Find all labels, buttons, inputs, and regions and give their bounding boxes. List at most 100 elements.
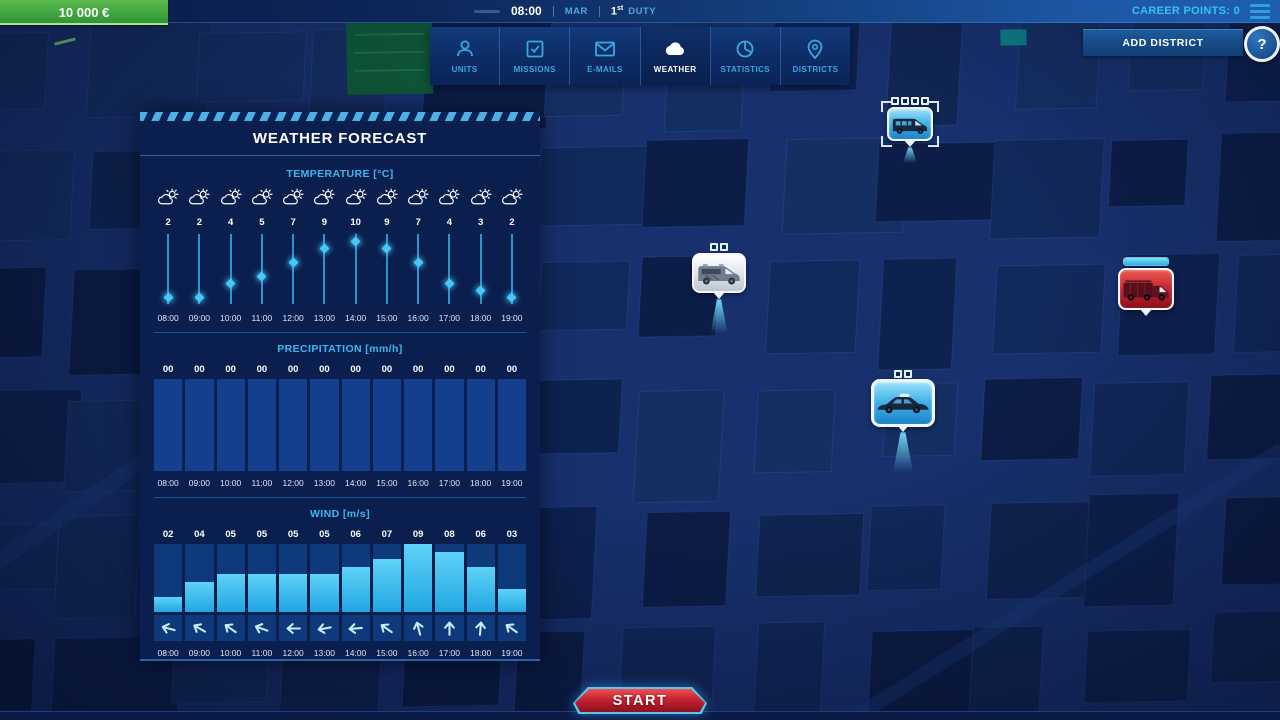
main-tab-bar: UNITS MISSIONS E-MAILS WEATHER <box>430 27 850 85</box>
weather-condition-icons <box>154 186 526 208</box>
temperature-dot <box>507 293 517 303</box>
time-label: 19:00 <box>498 312 526 324</box>
add-district-button[interactable]: ADD DISTRICT <box>1083 29 1243 56</box>
map-marker-ambulance[interactable] <box>692 253 746 293</box>
time-label: 16:00 <box>404 477 432 489</box>
precipitation-column <box>185 379 213 471</box>
help-button[interactable]: ? <box>1244 26 1280 62</box>
temperature-value: 7 <box>279 216 307 228</box>
tab-weather[interactable]: WEATHER <box>641 27 711 85</box>
tab-emails[interactable]: E-MAILS <box>570 27 640 85</box>
temperature-value: 4 <box>435 216 463 228</box>
map-pin-icon <box>803 38 827 60</box>
temperature-value: 2 <box>154 216 182 228</box>
sun-behind-cloud-icon <box>373 186 401 208</box>
wind-value: 05 <box>310 528 338 540</box>
time-label: 16:00 <box>404 647 432 659</box>
precipitation-value: 00 <box>154 363 182 375</box>
tab-label: UNITS <box>452 65 478 74</box>
wind-direction-arrow <box>310 615 338 641</box>
selection-bracket-icon <box>881 136 892 147</box>
wind-bar-column <box>373 544 401 612</box>
temperature-dot <box>288 258 298 268</box>
tab-missions[interactable]: MISSIONS <box>500 27 570 85</box>
temperature-values: 2245791097432 <box>154 216 526 228</box>
precipitation-column <box>435 379 463 471</box>
time-label: 19:00 <box>498 477 526 489</box>
start-button[interactable]: START <box>573 687 707 714</box>
time-label: 10:00 <box>217 647 245 659</box>
wind-bar-column <box>498 544 526 612</box>
temperature-point <box>404 232 432 306</box>
precipitation-chart <box>154 379 526 471</box>
time-label: 13:00 <box>310 647 338 659</box>
selection-bracket-icon <box>928 101 939 112</box>
temperature-point <box>373 232 401 306</box>
temperature-point <box>185 232 213 306</box>
wind-bar-column <box>467 544 495 612</box>
wind-bar <box>467 567 495 612</box>
wind-bar-column <box>185 544 213 612</box>
temperature-track-line <box>292 234 294 304</box>
time-label: 19:00 <box>498 647 526 659</box>
section-divider <box>154 332 526 333</box>
precipitation-column <box>310 379 338 471</box>
crew-slot <box>904 370 912 378</box>
wind-bar <box>154 597 182 612</box>
wind-direction-arrow <box>498 615 526 641</box>
menu-icon[interactable] <box>1250 4 1270 19</box>
time-label: 15:00 <box>373 647 401 659</box>
temperature-point <box>248 232 276 306</box>
temperature-point <box>154 232 182 306</box>
selection-bracket-icon <box>881 101 892 112</box>
precipitation-value: 00 <box>373 363 401 375</box>
wind-direction-row <box>154 615 526 641</box>
wind-bar <box>342 567 370 612</box>
crew-slots <box>894 370 912 378</box>
temperature-dot <box>163 293 173 303</box>
map-marker-police-van[interactable] <box>887 107 933 141</box>
tab-units[interactable]: UNITS <box>430 27 500 85</box>
crew-slots <box>710 243 728 251</box>
wind-value: 05 <box>217 528 245 540</box>
wind-direction-arrow <box>185 615 213 641</box>
time-label: 09:00 <box>185 647 213 659</box>
wind-value: 05 <box>279 528 307 540</box>
money-display: 10 000 € <box>0 0 168 25</box>
temperature-dot <box>257 272 267 282</box>
temperature-point <box>342 232 370 306</box>
time-label: 13:00 <box>310 477 338 489</box>
time-label: 18:00 <box>467 647 495 659</box>
tab-districts[interactable]: DISTRICTS <box>781 27 850 85</box>
temperature-dot <box>351 237 361 247</box>
time-label: 14:00 <box>342 312 370 324</box>
wind-direction-arrow <box>467 615 495 641</box>
precipitation-column <box>248 379 276 471</box>
precipitation-value: 00 <box>185 363 213 375</box>
map-marker-fire-truck[interactable] <box>1118 268 1174 310</box>
time-label: 09:00 <box>185 312 213 324</box>
time-label: 11:00 <box>248 647 276 659</box>
precipitation-column <box>342 379 370 471</box>
temperature-track-line <box>230 234 232 304</box>
fire-truck-icon <box>1122 277 1170 302</box>
temperature-dot <box>194 293 204 303</box>
temperature-dot <box>444 279 454 289</box>
ambulance-icon <box>696 259 742 287</box>
crew-slot <box>901 97 909 105</box>
wind-direction-arrow <box>435 615 463 641</box>
sun-behind-cloud-icon <box>185 186 213 208</box>
temperature-point <box>498 232 526 306</box>
precipitation-value: 00 <box>217 363 245 375</box>
temperature-point <box>279 232 307 306</box>
temperature-dot <box>382 244 392 254</box>
temperature-value: 2 <box>185 216 213 228</box>
crew-slot <box>720 243 728 251</box>
tab-statistics[interactable]: STATISTICS <box>711 27 781 85</box>
time-label: 12:00 <box>279 477 307 489</box>
map-marker-police-car[interactable] <box>871 379 935 427</box>
weather-forecast-panel: WEATHER FORECAST TEMPERATURE [°C] <box>140 112 540 661</box>
time-label: 18:00 <box>467 477 495 489</box>
temperature-section-title: TEMPERATURE [°C] <box>154 168 526 180</box>
temperature-point <box>435 232 463 306</box>
